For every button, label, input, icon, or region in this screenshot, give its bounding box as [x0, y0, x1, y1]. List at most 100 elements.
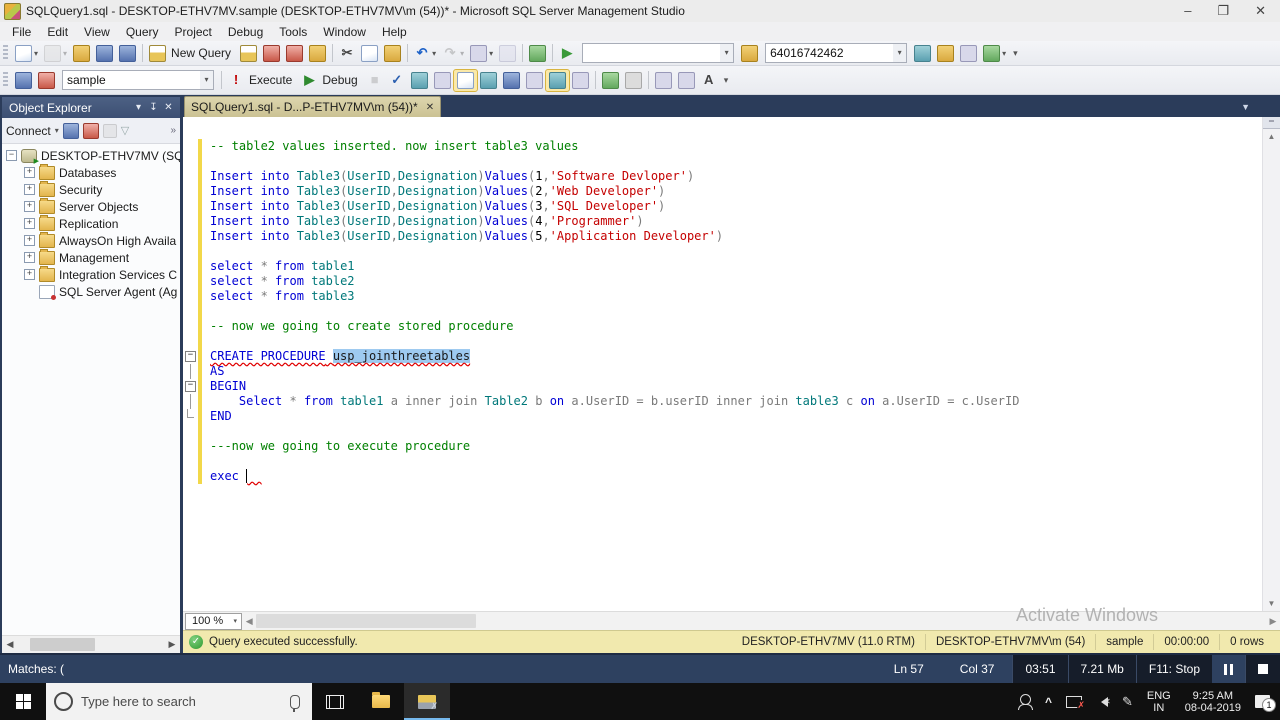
new-file-icon[interactable]: ▾ — [12, 43, 41, 64]
database-engine-query-icon[interactable] — [237, 43, 260, 64]
mdx-query-icon[interactable] — [260, 43, 283, 64]
stop-server-icon[interactable] — [82, 122, 99, 139]
toolbox-icon[interactable] — [957, 43, 980, 64]
activity-monitor-icon[interactable] — [526, 43, 549, 64]
show-estimated-plan-icon[interactable] — [408, 70, 431, 91]
tree-item-management[interactable]: + Management — [2, 249, 180, 266]
expand-icon[interactable]: + — [24, 218, 35, 229]
menu-help[interactable]: Help — [374, 24, 415, 40]
uncomment-icon[interactable] — [622, 70, 645, 91]
editor-vscrollbar[interactable]: ═ ▲ ▼ — [1262, 117, 1280, 611]
tree-item-sql-server-agent-ag[interactable]: SQL Server Agent (Ag — [2, 283, 180, 300]
start-button[interactable] — [0, 683, 46, 720]
chevron-down-icon[interactable]: ▾ — [893, 44, 907, 62]
tab-close-icon[interactable]: ✕ — [426, 102, 434, 113]
taskbar-search[interactable]: Type here to search — [46, 683, 312, 720]
menu-view[interactable]: View — [76, 24, 118, 40]
specify-template-values-icon[interactable] — [452, 68, 478, 92]
scroll-down-icon[interactable]: ▼ — [1263, 596, 1280, 611]
clock[interactable]: 9:25 AM 08-04-2019 — [1185, 690, 1241, 714]
query-designer-icon[interactable] — [431, 70, 454, 91]
object-search-icon[interactable] — [911, 43, 934, 64]
execute-button[interactable]: ! Execute — [225, 70, 298, 90]
pause-icon[interactable] — [1212, 663, 1245, 675]
pin-icon[interactable]: ↧ — [146, 102, 161, 113]
redo-icon[interactable]: ↷ ▾ — [439, 43, 467, 63]
scroll-up-icon[interactable]: ▲ — [1263, 129, 1280, 144]
close-button[interactable]: ✕ — [1255, 3, 1266, 19]
expand-icon[interactable]: + — [24, 184, 35, 195]
navigate-forward-icon[interactable] — [496, 43, 519, 64]
include-actual-plan-icon[interactable] — [477, 70, 500, 91]
paste-icon[interactable] — [381, 43, 404, 64]
people-icon[interactable] — [1017, 694, 1033, 710]
document-tab[interactable]: SQLQuery1.sql - D...P-ETHV7MV\m (54))* ✕ — [184, 96, 442, 117]
tree-item-databases[interactable]: + Databases — [2, 164, 180, 181]
chevron-down-icon[interactable]: ▾ — [200, 71, 213, 89]
collapse-region-icon[interactable]: − — [185, 381, 196, 392]
splitter-handle[interactable]: ═ — [1263, 117, 1280, 129]
tray-chevron-up-icon[interactable]: ^ — [1045, 695, 1052, 709]
cut-icon[interactable]: ✂ — [336, 43, 358, 63]
disconnect-icon[interactable] — [62, 122, 79, 139]
menu-query[interactable]: Query — [118, 24, 167, 40]
menu-file[interactable]: File — [4, 24, 39, 40]
tree-item-integration-services-c[interactable]: + Integration Services C — [2, 266, 180, 283]
pen-icon[interactable]: ✎ — [1122, 694, 1133, 710]
undo-icon[interactable]: ↶ ▾ — [411, 43, 439, 63]
query-toolbar-overflow[interactable]: ▾ — [724, 75, 729, 86]
toolbar-grip[interactable] — [3, 45, 8, 61]
filter-icon[interactable]: ▽ — [121, 124, 129, 137]
properties-window-icon[interactable] — [934, 43, 957, 64]
network-disconnected-icon[interactable] — [1065, 695, 1085, 711]
save-all-icon[interactable] — [116, 43, 139, 64]
stop-cell[interactable] — [1245, 655, 1280, 683]
stop-icon[interactable]: ■ — [364, 70, 386, 90]
tree-item-security[interactable]: + Security — [2, 181, 180, 198]
ssms-taskbar-button[interactable] — [404, 683, 450, 720]
new-query-button[interactable]: New Query — [146, 43, 237, 64]
screen-icon[interactable]: ▾ — [980, 43, 1009, 64]
overflow-icon[interactable]: » — [170, 125, 176, 136]
hscroll-track[interactable] — [18, 636, 164, 653]
menu-debug[interactable]: Debug — [220, 24, 271, 40]
object-explorer-hscrollbar[interactable]: ◀ ▶ — [2, 635, 180, 653]
window-position-icon[interactable]: ▾ — [131, 102, 146, 113]
add-item-icon[interactable]: ▾ — [41, 43, 70, 64]
scroll-right-icon[interactable]: ▶ — [1266, 616, 1280, 627]
database-combo[interactable]: sample ▾ — [62, 70, 214, 90]
include-client-statistics-icon[interactable] — [500, 70, 523, 91]
expand-icon[interactable]: + — [24, 167, 35, 178]
results-to-text-icon[interactable] — [523, 70, 546, 91]
scroll-left-icon[interactable]: ◀ — [2, 639, 18, 650]
volume-muted-icon[interactable] — [1096, 696, 1111, 707]
scroll-right-icon[interactable]: ▶ — [164, 639, 180, 650]
hscroll-thumb[interactable] — [29, 638, 96, 651]
refresh-icon[interactable] — [102, 123, 117, 138]
template-explorer-icon[interactable] — [738, 43, 761, 64]
tree-root-server[interactable]: − DESKTOP-ETHV7MV (SQL — [2, 147, 180, 164]
deployment-combo[interactable]: ▾ — [582, 43, 735, 63]
notification-icon[interactable] — [1255, 695, 1276, 712]
change-case-icon[interactable]: A — [698, 70, 720, 90]
close-panel-icon[interactable]: ✕ — [161, 102, 176, 113]
tab-list-dropdown-icon[interactable]: ▼ — [1241, 102, 1250, 112]
menu-edit[interactable]: Edit — [39, 24, 76, 40]
copy-icon[interactable] — [358, 43, 381, 64]
menu-tools[interactable]: Tools — [271, 24, 315, 40]
results-to-file-icon[interactable] — [569, 70, 592, 91]
minimize-button[interactable]: – — [1184, 3, 1191, 19]
debug-button[interactable]: ▶ Debug — [298, 70, 363, 90]
maximize-button[interactable]: ❐ — [1217, 3, 1229, 19]
tree-item-server-objects[interactable]: + Server Objects — [2, 198, 180, 215]
navigate-backward-icon[interactable]: ▾ — [467, 43, 496, 64]
xmla-query-icon[interactable] — [306, 43, 329, 64]
menu-project[interactable]: Project — [167, 24, 220, 40]
chevron-down-icon[interactable]: ▾ — [720, 44, 734, 62]
microphone-icon[interactable] — [290, 694, 300, 712]
save-icon[interactable] — [93, 43, 116, 64]
dmx-query-icon[interactable] — [283, 43, 306, 64]
editor-hscroll-thumb[interactable] — [256, 614, 477, 628]
parse-icon[interactable]: ✓ — [386, 70, 408, 90]
expand-icon[interactable]: + — [24, 201, 35, 212]
